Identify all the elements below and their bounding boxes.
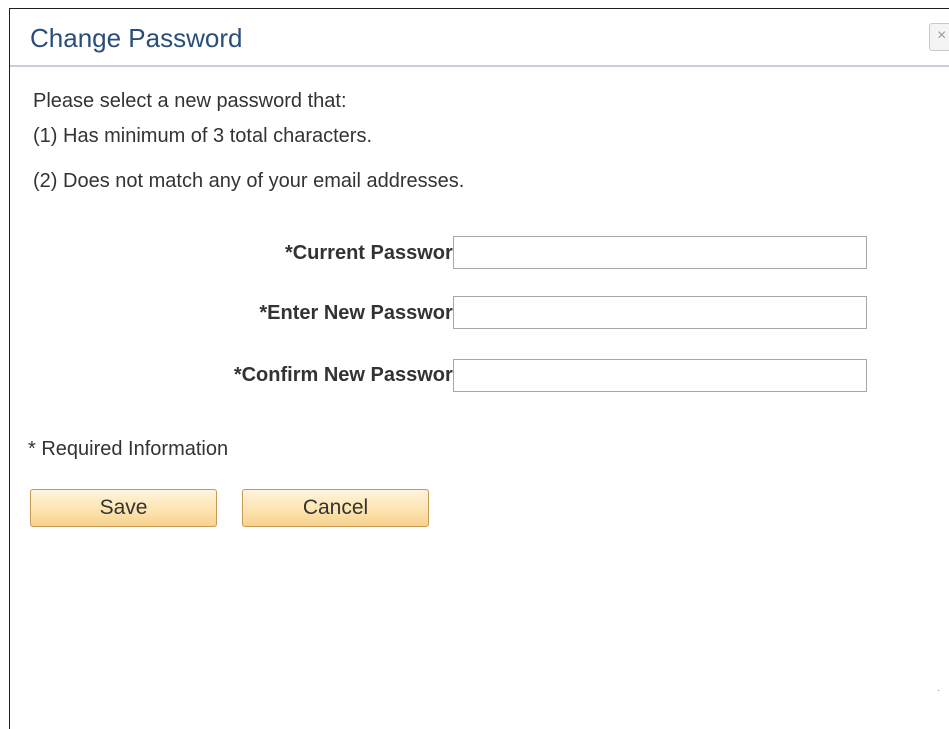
new-password-label: *Enter New Password — [259, 302, 465, 324]
confirm-password-input[interactable] — [453, 359, 867, 392]
instruction-line-1: Please select a new password that: — [33, 90, 347, 112]
dialog-title: Change Password — [30, 23, 243, 53]
instruction-line-2: (1) Has minimum of 3 total characters. — [33, 125, 372, 147]
resize-handle-icon[interactable]: · — [937, 686, 943, 696]
required-note: * Required Information — [28, 438, 229, 460]
dialog-title-bar: Change Password × — [10, 9, 949, 67]
close-button[interactable]: × — [929, 23, 949, 51]
cancel-button[interactable]: Cancel — [242, 489, 429, 527]
change-password-dialog: Change Password × Please select a new pa… — [9, 8, 949, 729]
instruction-line-3: (2) Does not match any of your email add… — [33, 170, 465, 192]
new-password-input[interactable] — [453, 296, 867, 329]
current-password-label: *Current Password — [284, 242, 465, 264]
current-password-input[interactable] — [453, 236, 867, 269]
save-button[interactable]: Save — [30, 489, 217, 527]
confirm-password-label: *Confirm New Password — [233, 364, 465, 386]
close-icon: × — [937, 27, 947, 44]
